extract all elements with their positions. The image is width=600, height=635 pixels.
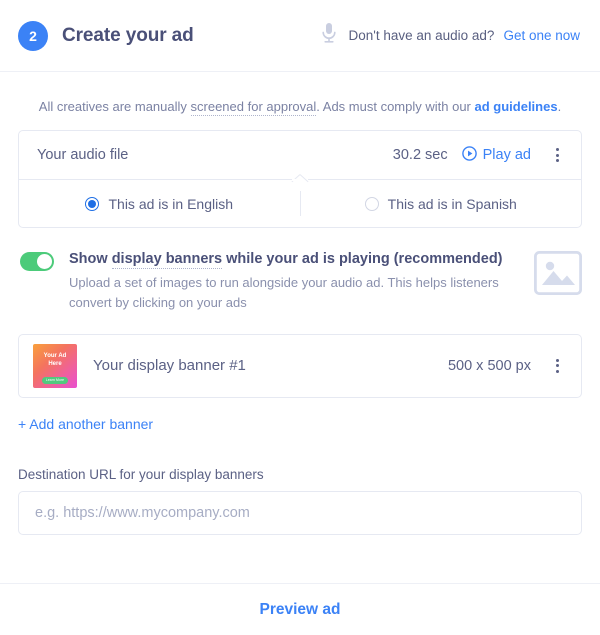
- destination-url-label: Destination URL for your display banners: [18, 466, 264, 482]
- audio-file-menu-button[interactable]: [549, 146, 565, 164]
- kebab-dot: [555, 364, 559, 368]
- toggle-title-part2: while your ad is playing (recommended): [222, 251, 503, 268]
- ad-guidelines-link[interactable]: ad guidelines: [475, 99, 558, 114]
- display-banner-menu-button[interactable]: [549, 357, 565, 375]
- language-selector: This ad is in English This ad is in Span…: [19, 180, 581, 227]
- audio-file-label: Your audio file: [37, 147, 129, 164]
- audio-file-actions: 30.2 sec Play ad: [393, 146, 565, 164]
- image-placeholder-icon: [533, 251, 583, 300]
- page-header: 2 Create your ad Don't have an audio ad?…: [0, 0, 600, 72]
- kebab-dot: [555, 148, 559, 152]
- display-banner-card: Your Ad Here Learn More Your display ban…: [18, 333, 582, 398]
- display-banners-toggle[interactable]: [20, 252, 54, 272]
- create-ad-page: 2 Create your ad Don't have an audio ad?…: [0, 0, 600, 635]
- display-banners-toggle-section: Show display banners while your ad is pl…: [18, 228, 583, 313]
- notice-text-part3: .: [557, 99, 562, 114]
- language-label-english: This ad is in English: [108, 195, 233, 212]
- destination-url-input[interactable]: [18, 490, 582, 535]
- screened-for-approval-tooltip-term[interactable]: screened for approval: [190, 99, 317, 116]
- notice-text-part2: . Ads must comply with our: [316, 99, 475, 114]
- play-ad-label: Play ad: [482, 147, 531, 164]
- add-another-banner-link[interactable]: + Add another banner: [18, 416, 153, 432]
- toggle-knob: [37, 254, 52, 270]
- audio-prompt-text: Don't have an audio ad?: [348, 28, 495, 43]
- kebab-dot: [555, 153, 559, 157]
- language-label-spanish: This ad is in Spanish: [387, 195, 517, 212]
- banner-thumbnail-text: Your Ad Here: [33, 352, 77, 368]
- audio-card-divider-notch: [19, 179, 581, 182]
- kebab-dot: [555, 159, 559, 163]
- banner-thumbnail: Your Ad Here Learn More: [33, 343, 77, 388]
- display-banner-size: 500 x 500 px: [447, 357, 531, 374]
- display-banners-title: Show display banners while your ad is pl…: [69, 250, 520, 270]
- language-option-spanish[interactable]: This ad is in Spanish: [301, 180, 582, 227]
- kebab-dot: [555, 358, 559, 362]
- display-banners-tooltip-term[interactable]: display banners: [111, 251, 223, 270]
- notch-mask: [292, 179, 308, 182]
- play-ad-button[interactable]: Play ad: [461, 146, 531, 164]
- display-banners-text: Show display banners while your ad is pl…: [69, 250, 534, 313]
- get-audio-ad-link[interactable]: Get one now: [503, 28, 580, 43]
- microphone-icon: [319, 21, 339, 50]
- approval-notice: All creatives are manually screened for …: [18, 72, 582, 130]
- banner-thumb-line1: Your Ad: [43, 352, 67, 359]
- destination-url-block: Destination URL for your display banners: [18, 467, 582, 535]
- page-body: All creatives are manually screened for …: [0, 72, 600, 535]
- page-title: Create your ad: [62, 24, 194, 46]
- page-footer: Preview ad: [0, 583, 600, 635]
- header-audio-prompt: Don't have an audio ad? Get one now: [319, 21, 580, 50]
- preview-ad-button[interactable]: Preview ad: [260, 601, 341, 619]
- language-option-english[interactable]: This ad is in English: [19, 180, 300, 227]
- audio-duration: 30.2 sec: [392, 147, 448, 164]
- radio-english[interactable]: [85, 196, 100, 211]
- notice-text-part1: All creatives are manually: [38, 99, 191, 114]
- display-banners-description: Upload a set of images to run alongside …: [69, 275, 499, 311]
- audio-file-row: Your audio file 30.2 sec Play ad: [19, 131, 581, 179]
- display-banner-name: Your display banner #1: [93, 357, 246, 375]
- step-number-badge: 2: [18, 20, 48, 51]
- audio-file-card: Your audio file 30.2 sec Play ad This ad…: [18, 130, 582, 229]
- banner-thumbnail-cta: Learn More: [42, 376, 68, 384]
- play-circle-icon: [461, 146, 477, 164]
- kebab-dot: [555, 369, 559, 373]
- toggle-title-part1: Show: [69, 251, 112, 268]
- banner-thumb-line2: Here: [48, 360, 62, 367]
- radio-spanish[interactable]: [364, 196, 379, 211]
